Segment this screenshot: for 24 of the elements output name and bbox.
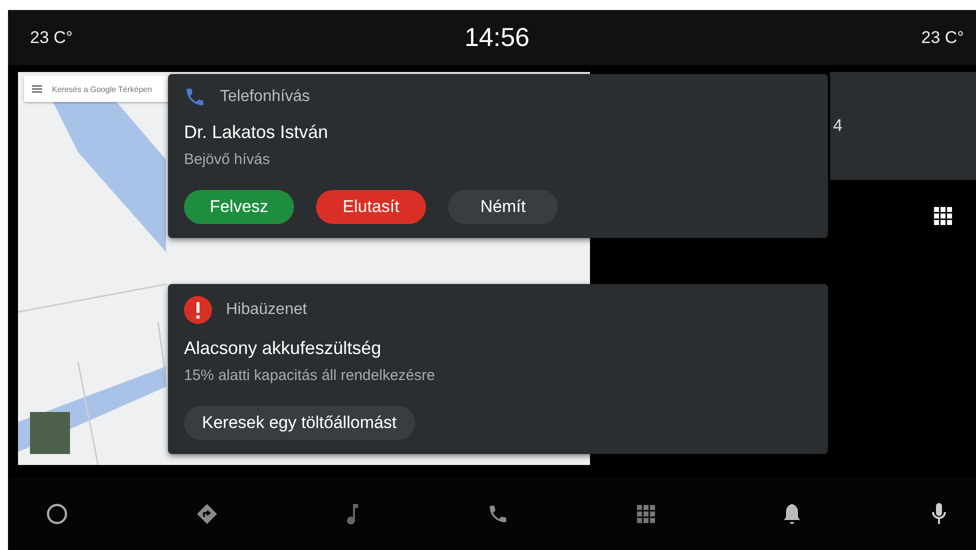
apps-grid-icon[interactable] (934, 207, 952, 225)
clock-text: 14:56 (464, 22, 530, 53)
bell-icon (782, 503, 802, 525)
directions-icon (196, 503, 218, 525)
music-note-icon (345, 503, 360, 525)
menu-icon (32, 85, 42, 93)
neutral-button[interactable]: Keresek egy töltőállomást (184, 406, 415, 440)
card-number-text: 4 (833, 116, 842, 136)
accept-button[interactable]: Felvesz (184, 190, 294, 224)
phone-icon (184, 86, 206, 108)
error-icon (184, 296, 212, 324)
notification-subtitle: 15% alatti kapacitás áll rendelkezésre (184, 367, 436, 384)
decline-button[interactable]: Elutasít (316, 190, 426, 224)
notification-subtitle: Bejövő hívás (184, 151, 271, 168)
notification-title: Alacsony akkufeszültség (184, 338, 382, 359)
home-circle-icon (46, 503, 68, 525)
microphone-icon (930, 502, 948, 526)
temperature-text: 23 C° (30, 28, 73, 48)
notification-app-name: Hibaüzenet (226, 301, 307, 319)
notification-app-name: Telefonhívás (220, 88, 310, 106)
map-search-input[interactable]: Keresés a Google Térképen (50, 84, 174, 94)
temperature-text: 23 C° (921, 28, 964, 48)
neutral-button[interactable]: Némít (448, 190, 558, 224)
notification-title: Dr. Lakatos István (184, 122, 330, 143)
